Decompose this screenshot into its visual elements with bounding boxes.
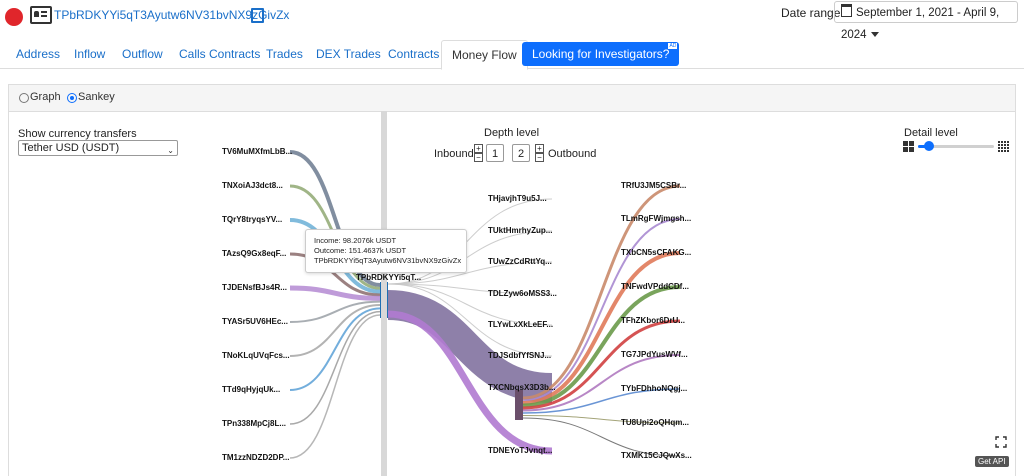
sankey-level2-node[interactable]: TXMK15CJQwXs... (621, 451, 692, 460)
sankey-inbound-node[interactable]: TAzsQ9Gx8eqF... (222, 249, 286, 258)
tooltip-outcome: Outcome: 151.4637k USDT (314, 246, 407, 255)
sankey-inbound-node[interactable]: TYASr5UV6HEc... (222, 317, 288, 326)
sankey-level2-node[interactable]: TFhZKbor6DrU... (621, 316, 685, 325)
inbound-plus-button[interactable]: + (474, 144, 483, 153)
sankey-level1-node[interactable]: TDJSdbfYfSNJ... (488, 351, 551, 360)
panel-divider[interactable] (381, 111, 387, 476)
sankey-inbound-node[interactable]: TPn338MpCj8L... (222, 419, 286, 428)
sankey-level2-node[interactable]: TXbCN5sCFAKG... (621, 248, 691, 257)
sankey-inbound-node[interactable]: TV6MuMXfmLbB... (222, 147, 292, 156)
sankey-inbound-node[interactable]: TNoKLqUVqFcs... (222, 351, 290, 360)
sankey-level2-node[interactable]: TG7JPdYusWVf... (621, 350, 688, 359)
sankey-level2-node[interactable]: TLmRgFWjmgsh... (621, 214, 691, 223)
get-api-button[interactable]: Get API (975, 456, 1009, 467)
inbound-label: Inbound (434, 148, 474, 160)
sankey-level2-node[interactable]: TYbFDhhoNQgj... (621, 384, 687, 393)
node-tooltip: Income: 98.2076k USDT Outcome: 151.4637k… (305, 229, 467, 273)
sankey-level1-node[interactable]: TUwZzCdRttYq... (488, 257, 552, 266)
sankey-level2-node[interactable]: TU8Upi2oQHqm... (621, 418, 689, 427)
grid-large-icon[interactable] (903, 141, 914, 152)
sankey-inbound-link[interactable] (289, 310, 381, 425)
sankey-inbound-node[interactable]: TM1zzNDZD2DP... (222, 453, 289, 462)
sankey-inbound-node[interactable]: TNXoiAJ3dct8... (222, 181, 283, 190)
tooltip-income: Income: 98.2076k USDT (314, 236, 397, 245)
inbound-minus-button[interactable]: − (474, 153, 483, 162)
sankey-inbound-node[interactable]: TJDENsfBJs4R... (222, 283, 287, 292)
sankey-level1-node[interactable]: TDLZyw6oMSS3... (488, 289, 557, 298)
sankey-level1-node[interactable]: TLYwLxXkLeEF... (488, 320, 553, 329)
sankey-level2-node[interactable]: TNFwdVPddCDf... (621, 282, 689, 291)
tooltip-address: TPbRDKYYi5qT3Ayutw6NV31bvNX9zGivZx (314, 256, 462, 265)
detail-level-title: Detail level (904, 127, 958, 139)
outbound-depth-value[interactable]: 2 (512, 144, 530, 162)
sankey-level1-node[interactable]: TUktHmrhyZup... (488, 226, 552, 235)
sankey-diagram (289, 150, 681, 459)
detail-level-slider[interactable] (918, 141, 994, 151)
sankey-level1-node[interactable]: TXCNbqsX3D3b... (488, 383, 556, 392)
depth-level-title: Depth level (484, 127, 540, 139)
sankey-level1-node[interactable]: THjavjhT9u5J... (488, 194, 547, 203)
grid-small-icon[interactable] (998, 141, 1009, 152)
outbound-minus-button[interactable]: − (535, 153, 544, 162)
sankey-level2-node[interactable]: TRfU3JM5CSBr... (621, 181, 686, 190)
outbound-label: Outbound (548, 148, 597, 160)
fullscreen-icon[interactable] (995, 436, 1007, 448)
sankey-inbound-node[interactable]: TQrY8tryqsYV... (222, 215, 282, 224)
sankey-level1-node[interactable]: TDNEYoTJvnqt... (488, 446, 552, 455)
outbound-plus-button[interactable]: + (535, 144, 544, 153)
inbound-depth-value[interactable]: 1 (486, 144, 504, 162)
sankey-inbound-node[interactable]: TTd9qHyjqUk... (222, 385, 280, 394)
sankey-level1-hub-node[interactable] (515, 390, 523, 420)
sankey-center-node-label[interactable]: TPbRDKYYi5qT... (356, 273, 421, 282)
